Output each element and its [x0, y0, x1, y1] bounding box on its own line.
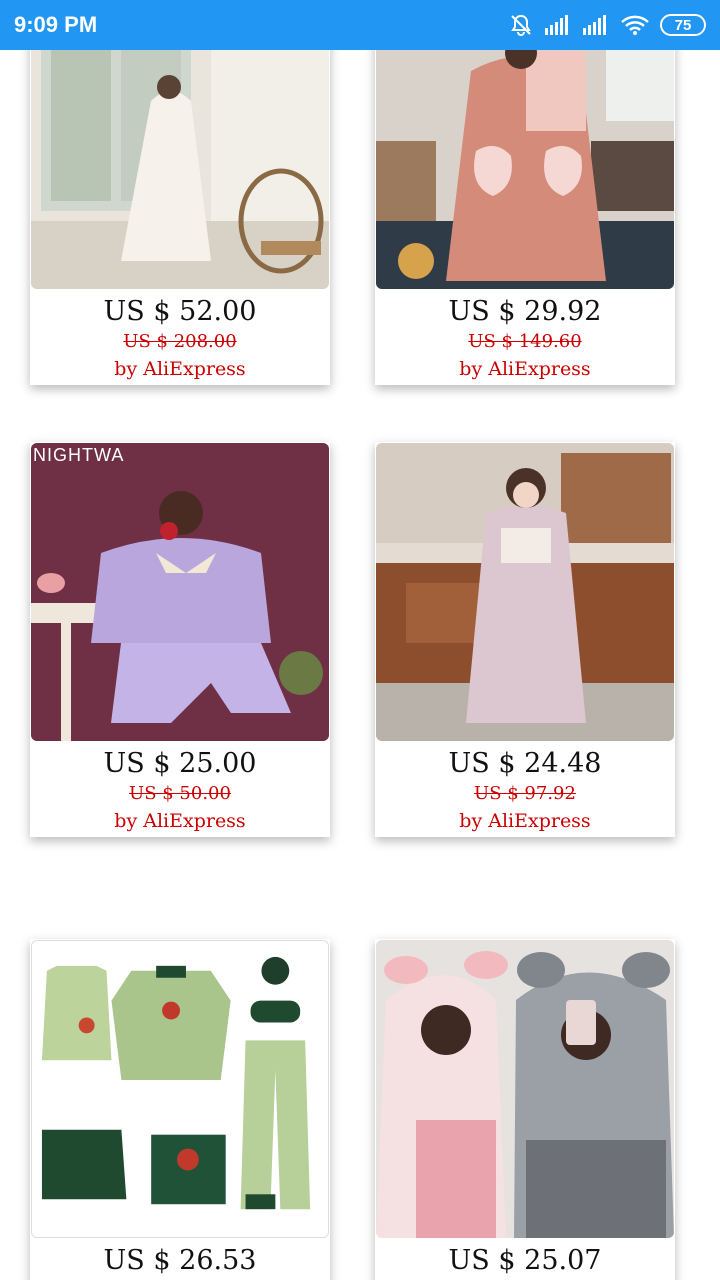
product-feed[interactable]: US $ 52.00 US $ 208.00 by AliExpress US …	[0, 50, 720, 1280]
original-price: US $ 208.00	[123, 331, 237, 352]
status-icons: 75	[508, 13, 706, 37]
product-card[interactable]: US $ 29.92 US $ 149.60 by AliExpress	[375, 50, 675, 385]
lilac-nightdress-photo[interactable]	[376, 443, 674, 741]
product-price: US $ 29.92	[448, 296, 602, 327]
seller-label: by AliExpress	[114, 810, 246, 832]
original-price: US $ 50.00	[129, 783, 231, 804]
seller-label: by AliExpress	[459, 358, 591, 380]
animal-onesie-photo[interactable]	[376, 940, 674, 1238]
seller-label: by AliExpress	[459, 810, 591, 832]
seller-label: by AliExpress	[114, 358, 246, 380]
pink-robe-photo[interactable]	[376, 50, 674, 289]
mute-alarm-icon	[508, 13, 534, 37]
signal-icon	[544, 14, 572, 36]
original-price: US $ 149.60	[468, 331, 582, 352]
product-card[interactable]: NIGHTWA US $ 25.00 US $ 50.00 by AliExpr…	[30, 442, 330, 837]
product-price: US $ 25.07	[448, 1245, 602, 1276]
status-bar: 9:09 PM 75	[0, 0, 720, 50]
green-pajama-set-photo[interactable]	[31, 940, 329, 1238]
battery-icon: 75	[660, 14, 706, 36]
product-price: US $ 25.00	[103, 748, 257, 779]
signal-icon	[582, 14, 610, 36]
product-card[interactable]: US $ 25.07	[375, 939, 675, 1280]
purple-pajama-photo[interactable]: NIGHTWA	[31, 443, 329, 741]
wifi-icon	[620, 14, 650, 36]
white-nightgown-photo[interactable]	[31, 50, 329, 289]
product-price: US $ 26.53	[103, 1245, 257, 1276]
product-card[interactable]: US $ 26.53	[30, 939, 330, 1280]
product-price: US $ 24.48	[448, 748, 602, 779]
product-card[interactable]: US $ 24.48 US $ 97.92 by AliExpress	[375, 442, 675, 837]
photo-watermark-text: NIGHTWA	[33, 445, 125, 465]
original-price: US $ 97.92	[474, 783, 576, 804]
product-price: US $ 52.00	[103, 296, 257, 327]
status-time: 9:09 PM	[14, 12, 98, 37]
product-card[interactable]: US $ 52.00 US $ 208.00 by AliExpress	[30, 50, 330, 385]
